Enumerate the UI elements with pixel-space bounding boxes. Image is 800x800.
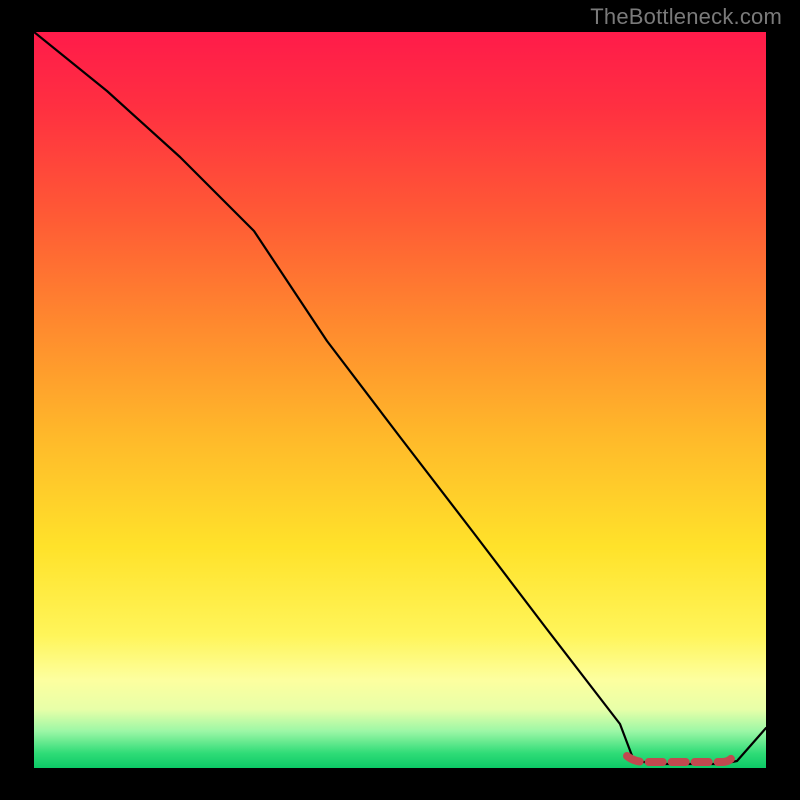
watermark-text: TheBottleneck.com	[590, 4, 782, 30]
optimal-dash	[627, 756, 733, 762]
chart-svg	[34, 32, 766, 768]
chart-frame: TheBottleneck.com	[0, 0, 800, 800]
plot-area	[34, 32, 766, 768]
curve-line	[34, 32, 766, 764]
